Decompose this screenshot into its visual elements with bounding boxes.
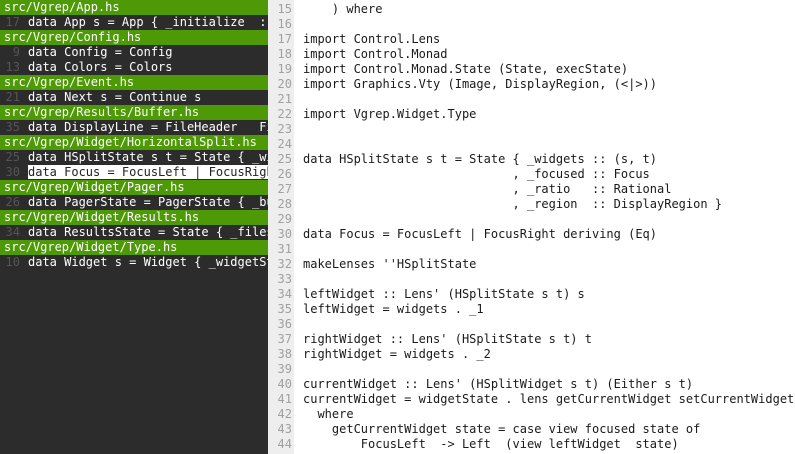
pager-code-line: import Control.Monad.State (State, execS…: [303, 62, 629, 76]
pager-code-line: currentWidget :: Lens' (HSplitWidget s t…: [303, 377, 694, 391]
pager-line-number: 37: [277, 332, 292, 346]
pager-line-number: 33: [277, 272, 292, 286]
result-line-text: data Next s = Continue s: [28, 90, 202, 104]
pager-code-line: data HSplitState s t = State { _widgets …: [303, 152, 658, 166]
result-line-number: 30: [5, 165, 20, 179]
pager-line-number: 34: [277, 287, 292, 301]
result-line[interactable]: 21 data Next s = Continue s: [0, 90, 268, 105]
pager-line-number: 28: [277, 197, 292, 211]
pager-line-number: 39: [277, 362, 292, 376]
result-line[interactable]: 34 data ResultsState = State { _files: [0, 225, 268, 240]
pager-line-number: 43: [277, 422, 292, 436]
pager-code-line: import Control.Monad: [303, 47, 448, 61]
pager-line-number: 15: [277, 2, 292, 16]
pager-code-line: getCurrentWidget state = case view focus…: [303, 422, 701, 436]
file-header[interactable]: src/Vgrep/Config.hs: [0, 30, 268, 45]
pager-line-number: 23: [277, 122, 292, 136]
result-line-text: data Widget s = Widget { _widgetSta: [28, 255, 268, 269]
file-header[interactable]: src/Vgrep/Event.hs: [0, 75, 268, 90]
pager-code-line: import Graphics.Vty (Image, DisplayRegio…: [303, 77, 658, 91]
pager-code-line: rightWidget = widgets . _2: [303, 347, 491, 361]
pager-code-line: where: [303, 407, 354, 421]
result-line-number: 13: [5, 60, 20, 74]
result-line-text: data Colors = Colors: [28, 60, 173, 74]
file-header[interactable]: src/Vgrep/Widget/HorizontalSplit.hs: [0, 135, 268, 150]
pager-line-number: 25: [277, 152, 292, 166]
result-line-number: 26: [5, 195, 20, 209]
result-line-text: data DisplayLine = FileHeader File: [28, 120, 268, 134]
results-pane[interactable]: src/Vgrep/App.hs 17 data App s = App { _in…: [0, 0, 268, 454]
pager-line-number: 32: [277, 257, 292, 271]
result-line-text: data ResultsState = State { _files: [28, 225, 268, 239]
file-header[interactable]: src/Vgrep/Widget/Results.hs: [0, 210, 268, 225]
pager-line-number: 26: [277, 167, 292, 181]
pager-code-line: import Control.Lens: [303, 32, 441, 46]
pager-line-number: 29: [277, 212, 292, 226]
pager-code-line: ) where: [303, 2, 383, 16]
pager-code-line: data Focus = FocusLeft | FocusRight deri…: [303, 227, 658, 241]
pager-line-number: 40: [277, 377, 292, 391]
selected-result-line[interactable]: 30 data Focus = FocusLeft | FocusRight: [0, 165, 268, 180]
pager-code-line: , _ratio :: Rational: [303, 182, 672, 196]
pager-code-line: currentWidget = widgetState . lens getCu…: [303, 392, 795, 406]
pager-line-number: 38: [277, 347, 292, 361]
pager-code-line: import Vgrep.Widget.Type: [303, 107, 477, 121]
pager-line-number: 42: [277, 407, 292, 421]
result-line[interactable]: 26 data PagerState = PagerState { _buff: [0, 195, 268, 210]
result-line-number: 21: [5, 90, 20, 104]
file-header[interactable]: src/Vgrep/App.hs: [0, 0, 268, 15]
result-line[interactable]: 13 data Colors = Colors: [0, 60, 268, 75]
pager-line-number: 16: [277, 17, 292, 31]
pager-line-number: 17: [277, 32, 292, 46]
pager-line-number: 19: [277, 62, 292, 76]
pager-code-line: , _region :: DisplayRegion }: [303, 197, 723, 211]
pager-code-line: leftWidget = widgets . _1: [303, 302, 484, 316]
result-line-number: 9: [12, 45, 20, 59]
pager-line-number: 44: [277, 437, 292, 451]
pager-line-number: 41: [277, 392, 292, 406]
result-line-number: 35: [5, 120, 20, 134]
result-line[interactable]: 25 data HSplitState s t = State { _widg: [0, 150, 268, 165]
pager-line-number: 36: [277, 317, 292, 331]
result-line-text: data HSplitState s t = State { _widg: [28, 150, 268, 164]
file-header[interactable]: src/Vgrep/Widget/Pager.hs: [0, 180, 268, 195]
pager-line-number: 18: [277, 47, 292, 61]
result-line[interactable]: 9 data Config = Config: [0, 45, 268, 60]
result-line-number: 34: [5, 225, 20, 239]
pager-line-number: 24: [277, 137, 292, 151]
pager-code-line: rightWidget :: Lens' (HSplitState s t) t: [303, 332, 592, 346]
result-line[interactable]: 35 data DisplayLine = FileHeader File: [0, 120, 268, 135]
result-line-text: data Focus = FocusLeft | FocusRight: [28, 165, 268, 179]
pager-line-number: 30: [277, 227, 292, 241]
result-line-number: 17: [5, 15, 20, 29]
result-line-number: 10: [5, 255, 20, 269]
pager-line-number: 21: [277, 92, 292, 106]
pager-line-number: 35: [277, 302, 292, 316]
result-line[interactable]: 10 data Widget s = Widget { _widgetSta: [0, 255, 268, 270]
pager-line-number: 22: [277, 107, 292, 121]
pager-code-line: , _focused :: Focus: [303, 167, 650, 181]
pager-code-line: FocusLeft -> Left (view leftWidget state…: [303, 437, 679, 451]
file-header[interactable]: src/Vgrep/Widget/Type.hs: [0, 240, 268, 255]
pager-line-number: 31: [277, 242, 292, 256]
pager-code-line: leftWidget :: Lens' (HSplitState s t) s: [303, 287, 585, 301]
result-line-number: 25: [5, 150, 20, 164]
result-line-text: data Config = Config: [28, 45, 173, 59]
pager-line-number: 27: [277, 182, 292, 196]
result-line[interactable]: 17 data App s = App { _initialize :: s: [0, 15, 268, 30]
pager-code-line: makeLenses ''HSplitState: [303, 257, 477, 271]
file-header[interactable]: src/Vgrep/Results/Buffer.hs: [0, 105, 268, 120]
result-line-text: data App s = App { _initialize :: s: [28, 15, 268, 29]
result-line-text: data PagerState = PagerState { _buff: [28, 195, 268, 209]
pager-line-number: 20: [277, 77, 292, 91]
